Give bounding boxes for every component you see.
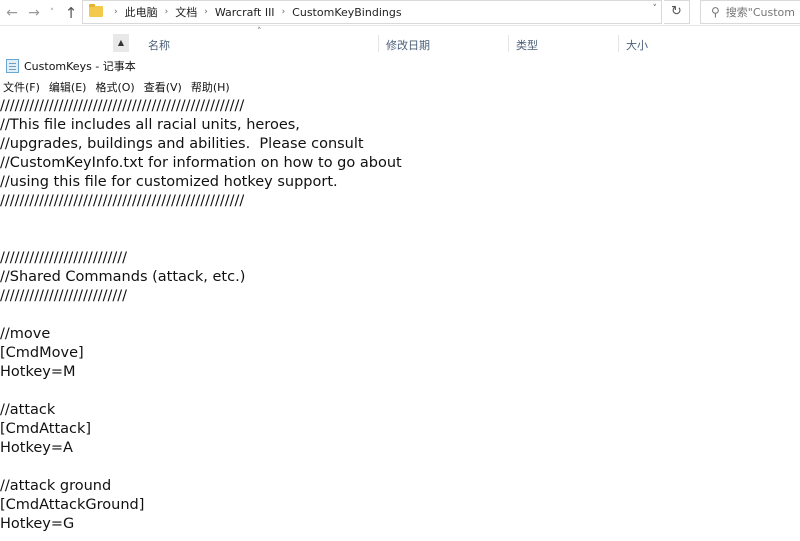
breadcrumb-item[interactable]: 文档 <box>175 4 197 20</box>
scroll-up-arrow-icon[interactable]: ▲ <box>113 34 129 52</box>
menu-bar: 文件(F) 编辑(E) 格式(O) 查看(V) 帮助(H) <box>0 78 800 97</box>
text-line: [CmdAttackGround] <box>0 497 145 513</box>
menu-view[interactable]: 查看(V) <box>140 78 187 97</box>
search-input[interactable]: ⚲ 搜索"Custom <box>700 0 800 24</box>
chevron-right-icon[interactable]: › <box>282 7 286 17</box>
chevron-right-icon[interactable]: › <box>165 7 169 17</box>
explorer-address-bar: ← → ˅ ↑ › 此电脑 › 文档 › Warcraft III › Cust… <box>0 0 800 26</box>
search-icon: ⚲ <box>711 5 720 19</box>
file-list-header: ▲ ˄ 名称 修改日期 类型 大小 <box>0 26 800 52</box>
window-title: CustomKeys - 记事本 <box>24 60 136 73</box>
breadcrumb: › 此电脑 › 文档 › Warcraft III › CustomKeyBin… <box>107 1 402 23</box>
column-header-name[interactable]: 名称 <box>148 37 170 53</box>
text-line: //move <box>0 326 51 342</box>
text-line: [CmdAttack] <box>0 421 92 437</box>
text-line: //upgrades, buildings and abilities. Ple… <box>0 136 364 152</box>
text-line: ////////////////////////// <box>0 288 128 304</box>
folder-icon <box>89 4 103 17</box>
text-line: [CmdMove] <box>0 345 84 361</box>
text-line: //CustomKeyInfo.txt for information on h… <box>0 155 402 171</box>
menu-file[interactable]: 文件(F) <box>0 78 45 97</box>
text-line <box>0 230 800 249</box>
breadcrumb-item[interactable]: 此电脑 <box>125 4 158 20</box>
menu-edit[interactable]: 编辑(E) <box>45 78 92 97</box>
arrow-up-icon[interactable]: ↑ <box>61 3 81 23</box>
text-line: //attack ground <box>0 478 112 494</box>
arrow-right-icon[interactable]: → <box>24 3 44 23</box>
search-placeholder: 搜索"Custom <box>725 6 795 19</box>
text-line <box>0 211 800 230</box>
text-line: Hotkey=A <box>0 440 73 456</box>
text-line: //using this file for customized hotkey … <box>0 174 338 190</box>
arrow-left-icon[interactable]: ← <box>2 3 22 23</box>
column-header-date[interactable]: 修改日期 <box>386 37 430 53</box>
text-line: //attack <box>0 402 56 418</box>
refresh-icon[interactable]: ↻ <box>664 0 690 24</box>
text-line: ////////////////////////// <box>0 250 128 266</box>
text-line: Hotkey=M <box>0 364 76 380</box>
chevron-right-icon[interactable]: › <box>204 7 208 17</box>
column-divider[interactable] <box>618 35 619 52</box>
chevron-down-icon[interactable]: ˅ <box>653 4 658 14</box>
column-header-size[interactable]: 大小 <box>626 37 648 53</box>
text-line <box>0 306 800 325</box>
chevron-down-icon[interactable]: ˅ <box>45 3 59 23</box>
text-line <box>0 382 800 401</box>
column-header-type[interactable]: 类型 <box>516 37 538 53</box>
breadcrumb-item[interactable]: Warcraft III <box>215 6 275 19</box>
text-line: ////////////////////////////////////////… <box>0 98 245 114</box>
column-divider[interactable] <box>508 35 509 52</box>
sort-ascending-icon: ˄ <box>257 27 262 37</box>
menu-help[interactable]: 帮助(H) <box>187 78 235 97</box>
text-line: Hotkey=G <box>0 516 75 532</box>
column-divider[interactable] <box>378 35 379 52</box>
chevron-right-icon: › <box>114 7 118 17</box>
notepad-title-bar[interactable]: CustomKeys - 记事本 <box>0 53 800 78</box>
text-editor[interactable]: ////////////////////////// //////////////… <box>0 97 800 541</box>
menu-format[interactable]: 格式(O) <box>91 78 139 97</box>
text-line: //This file includes all racial units, h… <box>0 117 300 133</box>
notepad-icon <box>6 59 19 73</box>
text-line: ////////////////////////////////////////… <box>0 193 245 209</box>
address-box[interactable]: › 此电脑 › 文档 › Warcraft III › CustomKeyBin… <box>82 0 662 24</box>
text-line <box>0 458 800 477</box>
text-line: //Shared Commands (attack, etc.) <box>0 269 246 285</box>
breadcrumb-item[interactable]: CustomKeyBindings <box>292 6 401 19</box>
